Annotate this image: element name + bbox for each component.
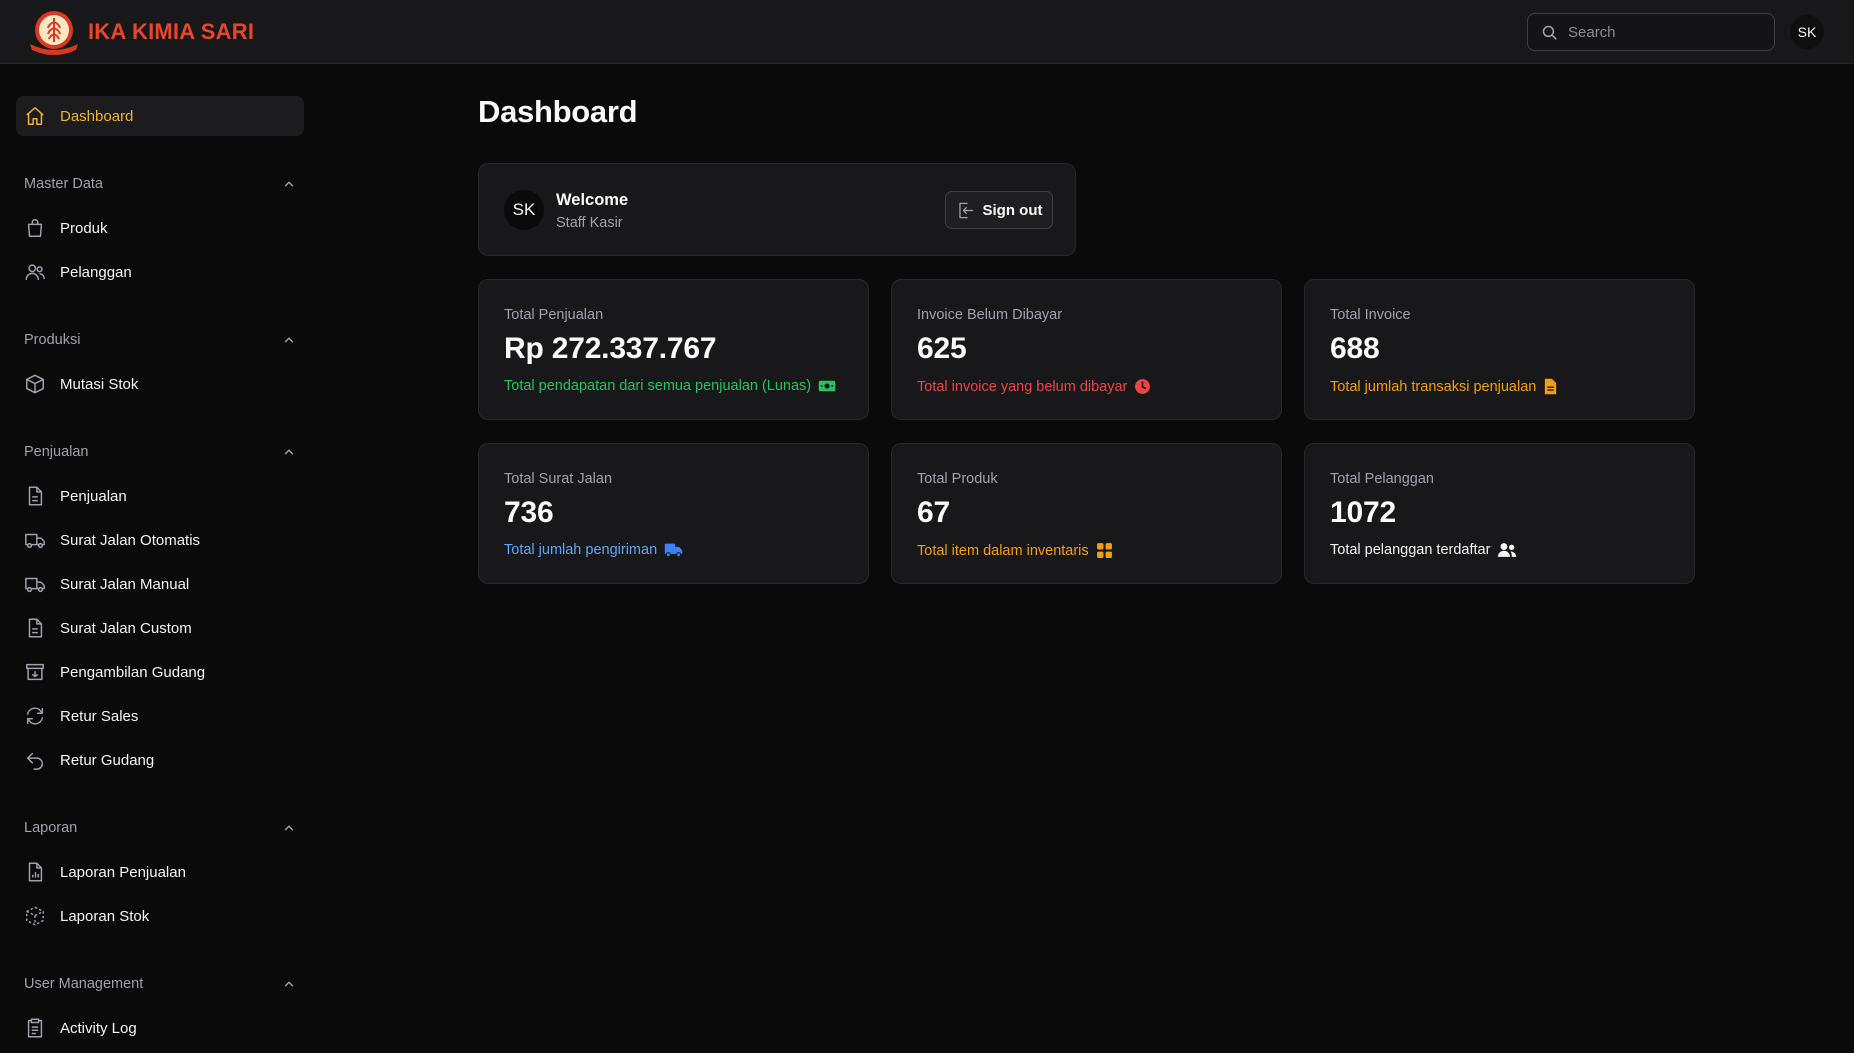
page-title: Dashboard <box>478 94 638 129</box>
brand-name: IKA KIMIA SARI <box>88 19 255 44</box>
section-penjualan[interactable]: Penjualan <box>24 441 296 463</box>
stat-value: Rp 272.337.767 <box>504 332 717 365</box>
stat-value: 1072 <box>1330 496 1396 529</box>
truck-icon <box>24 529 46 551</box>
stat-card-total-pelanggan: Total Pelanggan 1072 Total pelanggan ter… <box>1304 443 1695 584</box>
welcome-title: Welcome <box>556 191 629 209</box>
sidebar-item-laporan-stok[interactable]: Laporan Stok <box>16 896 304 936</box>
chevron-up-icon <box>284 825 294 831</box>
stat-description: Total jumlah pengiriman <box>504 542 683 558</box>
users-filled-icon <box>1498 543 1517 557</box>
stat-card-invoice-belum-dibayar: Invoice Belum Dibayar 625 Total invoice … <box>891 279 1282 420</box>
chevron-up-icon <box>284 981 294 987</box>
stat-label: Total Invoice <box>1330 307 1411 323</box>
sidebar-item-activity-log[interactable]: Activity Log <box>16 1008 304 1048</box>
stat-card-total-produk: Total Produk 67 Total item dalam inventa… <box>891 443 1282 584</box>
chevron-up-icon <box>284 449 294 455</box>
refresh-icon <box>24 705 46 727</box>
shopping-bag-icon <box>24 217 46 239</box>
document-icon <box>24 617 46 639</box>
cube-icon <box>24 373 46 395</box>
banknote-icon <box>818 380 836 392</box>
archive-box-icon <box>24 661 46 683</box>
section-master-data[interactable]: Master Data <box>24 173 296 195</box>
sidebar-item-penjualan[interactable]: Penjualan <box>16 476 304 516</box>
search-icon <box>1542 25 1557 40</box>
dashed-cube-icon <box>24 905 46 927</box>
truck-icon <box>24 573 46 595</box>
stat-label: Total Pelanggan <box>1330 471 1434 487</box>
stat-card-total-invoice: Total Invoice 688 Total jumlah transaksi… <box>1304 279 1695 420</box>
stat-value: 688 <box>1330 332 1380 365</box>
chevron-up-icon <box>284 337 294 343</box>
stat-card-total-surat-jalan: Total Surat Jalan 736 Total jumlah pengi… <box>478 443 869 584</box>
sidebar-item-surat-jalan-custom[interactable]: Surat Jalan Custom <box>16 608 304 648</box>
section-produksi[interactable]: Produksi <box>24 329 296 351</box>
users-icon <box>24 261 46 283</box>
sidebar-item-pengambilan-gudang[interactable]: Pengambilan Gudang <box>16 652 304 692</box>
sidebar-item-mutasi-stok[interactable]: Mutasi Stok <box>16 364 304 404</box>
section-user-management[interactable]: User Management <box>24 973 296 995</box>
stat-description: Total item dalam inventaris <box>917 542 1113 559</box>
stat-description: Total jumlah transaksi penjualan <box>1330 378 1558 395</box>
chart-document-icon <box>24 861 46 883</box>
section-laporan[interactable]: Laporan <box>24 817 296 839</box>
sign-out-icon <box>958 202 973 218</box>
stat-card-total-penjualan: Total Penjualan Rp 272.337.767 Total pen… <box>478 279 869 420</box>
welcome-card: SK Welcome Staff Kasir Sign out <box>478 163 1076 256</box>
stat-label: Total Penjualan <box>504 307 604 323</box>
sidebar-item-retur-gudang[interactable]: Retur Gudang <box>16 740 304 780</box>
brand[interactable]: IKA KIMIA SARI <box>26 10 255 55</box>
truck-filled-icon <box>664 543 683 558</box>
stat-description: Total pelanggan terdaftar <box>1330 542 1517 558</box>
sidebar-item-pelanggan[interactable]: Pelanggan <box>16 252 304 292</box>
search-box[interactable] <box>1527 13 1775 51</box>
sidebar: Dashboard Master Data Produk Pelanggan P… <box>0 64 320 1053</box>
stat-label: Total Produk <box>917 471 998 487</box>
undo-arrow-icon <box>24 749 46 771</box>
sidebar-item-laporan-penjualan[interactable]: Laporan Penjualan <box>16 852 304 892</box>
squares-icon <box>1096 543 1112 558</box>
document-icon <box>24 485 46 507</box>
stat-label: Total Surat Jalan <box>504 471 613 487</box>
chevron-up-icon <box>284 181 294 187</box>
sign-out-button[interactable]: Sign out <box>945 191 1053 229</box>
clipboard-icon <box>24 1017 46 1039</box>
stat-value: 67 <box>917 496 950 529</box>
sidebar-item-surat-jalan-otomatis[interactable]: Surat Jalan Otomatis <box>16 520 304 560</box>
clock-icon <box>1135 379 1151 394</box>
home-icon <box>24 105 46 127</box>
sidebar-item-surat-jalan-manual[interactable]: Surat Jalan Manual <box>16 564 304 604</box>
stat-description: Total pendapatan dari semua penjualan (L… <box>504 378 836 394</box>
welcome-role: Staff Kasir <box>556 215 623 231</box>
search-input[interactable] <box>1568 14 1768 50</box>
stat-label: Invoice Belum Dibayar <box>917 307 1063 323</box>
stat-value: 736 <box>504 496 554 529</box>
stat-description: Total invoice yang belum dibayar <box>917 378 1151 395</box>
stat-value: 625 <box>917 332 967 365</box>
document-filled-icon <box>1545 378 1557 395</box>
top-bar: IKA KIMIA SARI SK <box>0 0 1854 64</box>
user-avatar[interactable]: SK <box>1790 15 1824 49</box>
sidebar-item-dashboard[interactable]: Dashboard <box>16 96 304 136</box>
wheat-emblem-icon <box>30 11 78 55</box>
avatar: SK <box>504 190 544 230</box>
sidebar-item-retur-sales[interactable]: Retur Sales <box>16 696 304 736</box>
sidebar-item-produk[interactable]: Produk <box>16 208 304 248</box>
